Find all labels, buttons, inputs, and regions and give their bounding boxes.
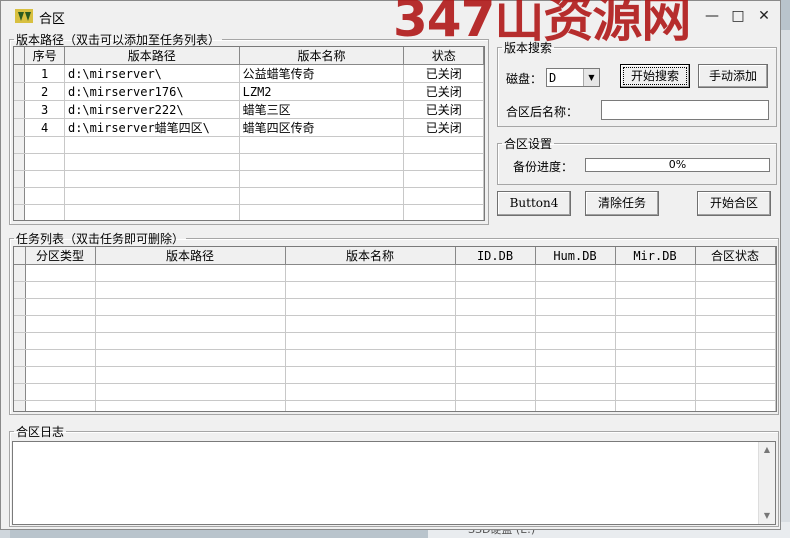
- column-header[interactable]: 版本路径: [95, 247, 286, 265]
- close-button[interactable]: ✕: [753, 5, 775, 27]
- merge-log-memo[interactable]: ▲ ▼: [12, 441, 776, 525]
- column-header[interactable]: 版本名称: [285, 247, 456, 265]
- cell-name: LZM2: [239, 82, 405, 101]
- cell-name: 公益蜡笔传奇: [239, 64, 405, 83]
- empty-row: [14, 332, 776, 350]
- merge-log-legend: 合区日志: [16, 425, 65, 439]
- row-indicator: [14, 100, 26, 119]
- scroll-up-icon[interactable]: ▲: [759, 442, 775, 458]
- disk-select-value: D: [549, 71, 557, 85]
- minimize-button[interactable]: —: [701, 5, 723, 27]
- cell-status: 已关闭: [403, 118, 484, 137]
- background-right-strip: [780, 30, 790, 538]
- table-row[interactable]: 4 d:\mirserver蜡笔四区\ 蜡笔四区传奇 已关闭: [14, 118, 484, 137]
- column-header[interactable]: 序号: [24, 47, 65, 65]
- disk-label: 磁盘：: [506, 72, 543, 86]
- empty-row: [14, 281, 776, 299]
- merge-name-input[interactable]: [601, 100, 769, 120]
- cell-no: 3: [24, 100, 65, 119]
- task-list-grid[interactable]: 分区类型 版本路径 版本名称 ID.DB Hum.DB Mir.DB 合区状态: [13, 246, 777, 412]
- table-row[interactable]: 3 d:\mirserver222\ 蜡笔三区 已关闭: [14, 100, 484, 119]
- task-list-legend: 任务列表（双击任务即可删除）: [16, 232, 185, 246]
- backup-progress-bar: 0%: [585, 158, 770, 172]
- table-row[interactable]: 2 d:\mirserver176\ LZM2 已关闭: [14, 82, 484, 101]
- window-title: 合区: [39, 12, 66, 27]
- empty-row: [14, 366, 776, 384]
- cell-name: 蜡笔三区: [239, 100, 405, 119]
- chevron-down-icon[interactable]: ▼: [583, 69, 599, 86]
- empty-row: [14, 204, 484, 220]
- empty-row: [14, 349, 776, 367]
- empty-row: [14, 153, 484, 171]
- column-header[interactable]: 分区类型: [25, 247, 96, 265]
- merge-name-label: 合区后名称：: [506, 105, 579, 119]
- cell-no: 2: [24, 82, 65, 101]
- column-header[interactable]: 合区状态: [695, 247, 776, 265]
- row-indicator: [14, 82, 26, 101]
- cell-path: d:\mirserver蜡笔四区\: [64, 118, 240, 137]
- empty-row: [14, 136, 484, 154]
- cell-status: 已关闭: [403, 64, 484, 83]
- backup-progress-text: 0%: [668, 158, 687, 171]
- empty-row: [14, 298, 776, 316]
- cell-no: 1: [24, 64, 65, 83]
- start-search-button[interactable]: 开始搜索: [620, 64, 690, 88]
- column-header[interactable]: 版本路径: [64, 47, 240, 65]
- grid-indicator-header: [14, 47, 26, 65]
- manual-add-button[interactable]: 手动添加: [698, 64, 768, 88]
- row-indicator: [14, 118, 26, 137]
- cell-no: 4: [24, 118, 65, 137]
- start-merge-button[interactable]: 开始合区: [697, 191, 771, 216]
- clear-tasks-button[interactable]: 清除任务: [585, 191, 659, 216]
- column-header[interactable]: ID.DB: [455, 247, 536, 265]
- row-indicator: [14, 64, 26, 83]
- merge-settings-legend: 合区设置: [504, 137, 553, 151]
- grid-indicator-header: [14, 247, 26, 265]
- column-header[interactable]: 版本名称: [239, 47, 405, 65]
- cell-path: d:\mirserver222\: [64, 100, 240, 119]
- merge-window: 合区 347山资源网 — □ ✕ 版本路径（双击可以添加至任务列表） 序号 版本…: [0, 0, 781, 530]
- column-header[interactable]: 状态: [403, 47, 484, 65]
- cell-status: 已关闭: [403, 82, 484, 101]
- cell-name: 蜡笔四区传奇: [239, 118, 405, 137]
- empty-row: [14, 264, 776, 282]
- empty-row: [14, 170, 484, 188]
- column-header[interactable]: Mir.DB: [615, 247, 696, 265]
- cell-path: d:\mirserver\: [64, 64, 240, 83]
- merge-log-scrollbar[interactable]: ▲ ▼: [758, 442, 775, 524]
- cell-status: 已关闭: [403, 100, 484, 119]
- button4[interactable]: Button4: [497, 191, 571, 216]
- empty-row: [14, 383, 776, 401]
- title-bar: 合区 347山资源网 — □ ✕: [1, 0, 780, 48]
- table-row[interactable]: 1 d:\mirserver\ 公益蜡笔传奇 已关闭: [14, 64, 484, 83]
- scroll-down-icon[interactable]: ▼: [759, 508, 775, 524]
- cell-path: d:\mirserver176\: [64, 82, 240, 101]
- maximize-button[interactable]: □: [727, 5, 749, 27]
- disk-select[interactable]: D ▼: [546, 68, 600, 87]
- column-header[interactable]: Hum.DB: [535, 247, 616, 265]
- empty-row: [14, 187, 484, 205]
- empty-row: [14, 400, 776, 411]
- backup-progress-label: 备份进度：: [513, 160, 574, 174]
- version-paths-grid[interactable]: 序号 版本路径 版本名称 状态 1 d:\mirserver\ 公益蜡笔传奇 已…: [13, 46, 485, 221]
- version-search-legend: 版本搜索: [504, 41, 553, 55]
- app-icon: [15, 9, 33, 23]
- empty-row: [14, 315, 776, 333]
